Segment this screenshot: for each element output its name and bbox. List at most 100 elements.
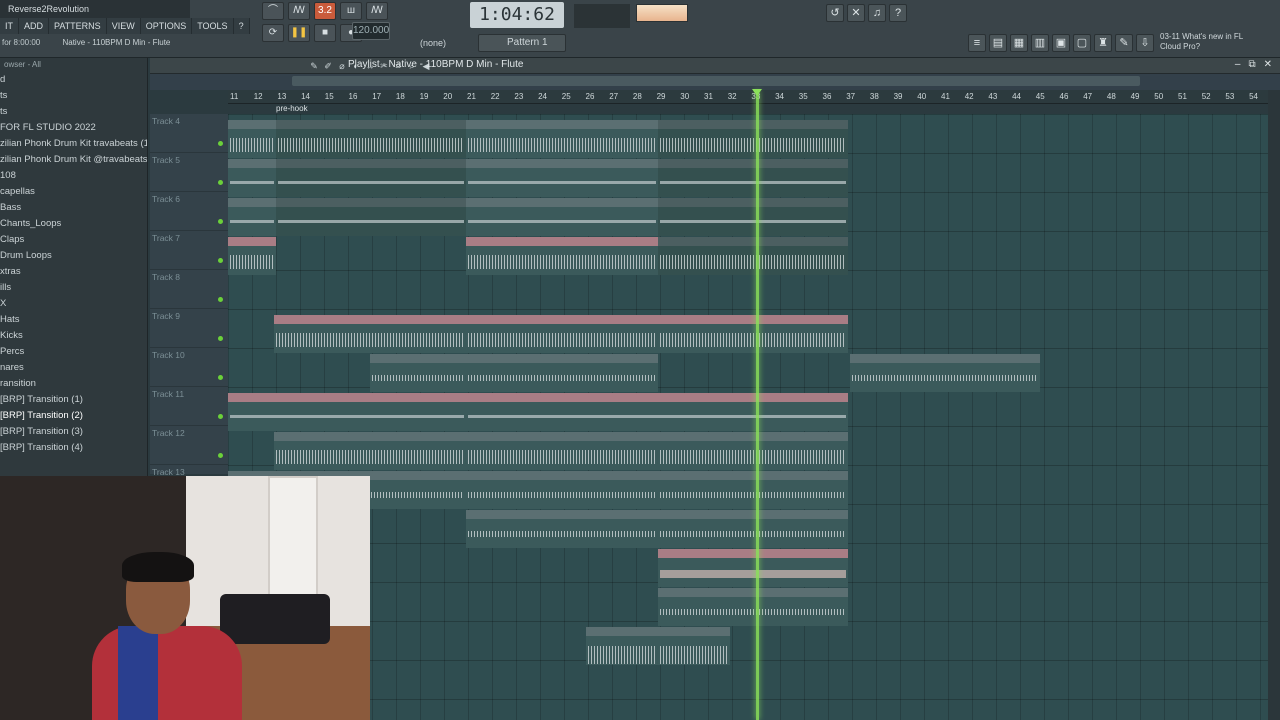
menu-help[interactable]: ? [233,18,250,34]
browser-item[interactable]: Chants_Loops [0,216,147,232]
mic-icon[interactable]: ♫ [868,4,886,22]
snap-selector[interactable]: (none) [420,38,446,48]
clip[interactable]: Native - 110BPM D Min - Guitar [466,432,658,470]
clip[interactable]: [BRP] Transition (1) [586,627,658,665]
menu-item[interactable]: IT [0,18,19,34]
clip[interactable]: Native - 110BPM D Min - Pluck [658,510,848,548]
browser-item[interactable]: nares [0,360,147,376]
browser-item[interactable]: ts [0,88,147,104]
minimize-icon[interactable]: – [1235,59,1241,70]
browser-item[interactable]: [BRP] Transition (1) [0,392,147,408]
track-enabled-indicator[interactable] [218,219,223,224]
clip[interactable]: KOMPLETE_Full Drum Loop 2_120BPM - Shake… [466,198,658,236]
browser-item[interactable]: zilian Phonk Drum Kit travabeats (1) [0,136,147,152]
song-mode-icon[interactable]: ⟳ [262,24,284,42]
clip[interactable]: KOMPLETE_Full Drum Loop 2_120BPM - Shake… [658,198,848,236]
track-header[interactable]: Track 8 [150,270,228,309]
track-header[interactable]: Track 5 [150,153,228,192]
track-enabled-indicator[interactable] [218,180,223,185]
menu-options[interactable]: OPTIONS [140,18,193,34]
browser-header[interactable]: owser - All [0,58,147,72]
menu-tools[interactable]: TOOLS [192,18,234,34]
undo-icon[interactable]: ↺ [826,4,844,22]
clip[interactable]: KOMP..oop [228,237,276,275]
clip[interactable]: Native - 110BPM D Min - Muted [466,471,658,509]
restore-icon[interactable]: ⧉ [1248,59,1255,70]
browser-item[interactable]: [BRP] Transition (4) [0,440,147,456]
clip[interactable]: Native - 110BPM D Min - FX [228,393,466,431]
pencil-icon[interactable]: ✎ [308,60,320,72]
clip[interactable]: KOMPLETE_Full Drum Loop 2_120BPM - Perc … [658,120,848,158]
playlist-grid[interactable]: KOMPL..p 1 KOMPLETE_Full Drum Loop 2_120… [228,114,1268,720]
clip[interactable]: KOMPL..p 1 [228,120,276,158]
playlist-icon[interactable]: ≡ [968,34,986,52]
plugin-picker-icon[interactable]: ♜ [1094,34,1112,52]
channel-rack-icon[interactable]: ▤ [989,34,1007,52]
stop-icon[interactable]: ■ [314,24,336,42]
tempo-display[interactable]: 120.000 [352,22,390,40]
help-icon[interactable]: ? [889,4,907,22]
download-icon[interactable]: ⇩ [1136,34,1154,52]
clip[interactable]: Native - 110BPM D Min - Bass [466,315,658,353]
browser-item[interactable]: 108 [0,168,147,184]
tuner-icon[interactable]: ✕ [847,4,865,22]
browser-item[interactable]: d [0,72,147,88]
clip[interactable]: KOMPL..p 2 [228,198,276,236]
browser-item[interactable]: capellas [0,184,147,200]
clip[interactable]: KOMPL..p 1 [228,159,276,197]
track-enabled-indicator[interactable] [218,414,223,419]
clip[interactable]: KOMPLETE_Full Drum Loop 2_120BPM - Perc … [276,120,466,158]
playhead[interactable] [756,90,759,720]
browser-item[interactable]: [BRP] Transition (3) [0,424,147,440]
step-icon[interactable]: ш [340,2,362,20]
clip[interactable]: Native - 110BPM D Min - Muted [658,471,848,509]
track-enabled-indicator[interactable] [218,375,223,380]
piano-roll-icon[interactable]: ▦ [1010,34,1028,52]
clip[interactable]: Native - 110BPM D Min - Guitar [658,432,848,470]
browser-item[interactable]: [BRP] Transition (2) [0,408,147,424]
menu-view[interactable]: VIEW [106,18,141,34]
clip[interactable]: KOMPLETE_Full Drum Loop 2_120BPM - Top L… [658,237,848,275]
track-enabled-indicator[interactable] [218,141,223,146]
clip[interactable]: Native - 110BPM D Min - Flute [466,354,658,392]
browser-item[interactable]: Drum Loops [0,248,147,264]
clip[interactable]: Native - 110BPM D Min - Guitar [274,432,466,470]
vertical-scrollbar[interactable] [1268,90,1280,720]
track-header[interactable]: Track 6 [150,192,228,231]
clip[interactable]: KOMPLETE_Full Drum Loop 2_120BPM - Shake… [276,159,466,197]
clip[interactable]: KOMPLETE_Full Drum Loop 2_120BPM - Perc … [466,120,658,158]
track-header[interactable]: Track 12 [150,426,228,465]
news-panel[interactable]: 03-11 What's new in FL Cloud Pro? [1160,32,1270,54]
clip[interactable]: Native - 110BPM D Min - Synth [658,549,848,587]
browser-item[interactable]: ransition [0,376,147,392]
clip[interactable]: Native - 110BPM D Min - Pluck [466,510,658,548]
clip[interactable]: [BRP] Transition (2) [658,627,730,665]
browser-item[interactable]: Kicks [0,328,147,344]
browser-item[interactable]: xtras [0,264,147,280]
brush-icon[interactable]: ✎ [1115,34,1133,52]
delete-icon[interactable]: ⌀ [336,60,348,72]
clip[interactable]: KOMPLETE_Full Drum Loop 2_120BPM - Shake… [466,159,658,197]
track-header[interactable]: Track 11 [150,387,228,426]
clip[interactable]: KOMPLETE_Full Drum Loop 2_120BPM - Top L… [466,237,658,275]
clip[interactable]: Native - 110BPM D Min - Bass [274,315,466,353]
menu-add[interactable]: ADD [19,18,50,34]
plugin-icon[interactable]: ▣ [1052,34,1070,52]
track-enabled-indicator[interactable] [218,297,223,302]
loop-record-icon[interactable]: ꟿ [366,2,388,20]
browser-item[interactable]: zilian Phonk Drum Kit @travabeats [0,152,147,168]
browser-item[interactable]: ills [0,280,147,296]
countdown-counter[interactable]: 3.2 [314,2,336,20]
track-header[interactable]: Track 4 [150,114,228,153]
marker-pre-hook[interactable]: pre-hook [276,104,308,113]
browser-item[interactable]: Hats [0,312,147,328]
track-header[interactable]: Track 10 [150,348,228,387]
clip[interactable]: Native - 110B..Min - Flute [370,354,466,392]
timeline-ruler[interactable]: 11 12 13 14 15 16 17 18 19 20 21 22 23 24 25 26 27 28 29 30… [228,90,1268,104]
clip-selected[interactable]: Native - 110BPM D Min - Flute [850,354,1040,392]
menu-patterns[interactable]: PATTERNS [49,18,107,34]
browser-item[interactable]: Percs [0,344,147,360]
track-enabled-indicator[interactable] [218,258,223,263]
pause-icon[interactable]: ❚❚ [288,24,310,42]
browser-item[interactable]: X [0,296,147,312]
